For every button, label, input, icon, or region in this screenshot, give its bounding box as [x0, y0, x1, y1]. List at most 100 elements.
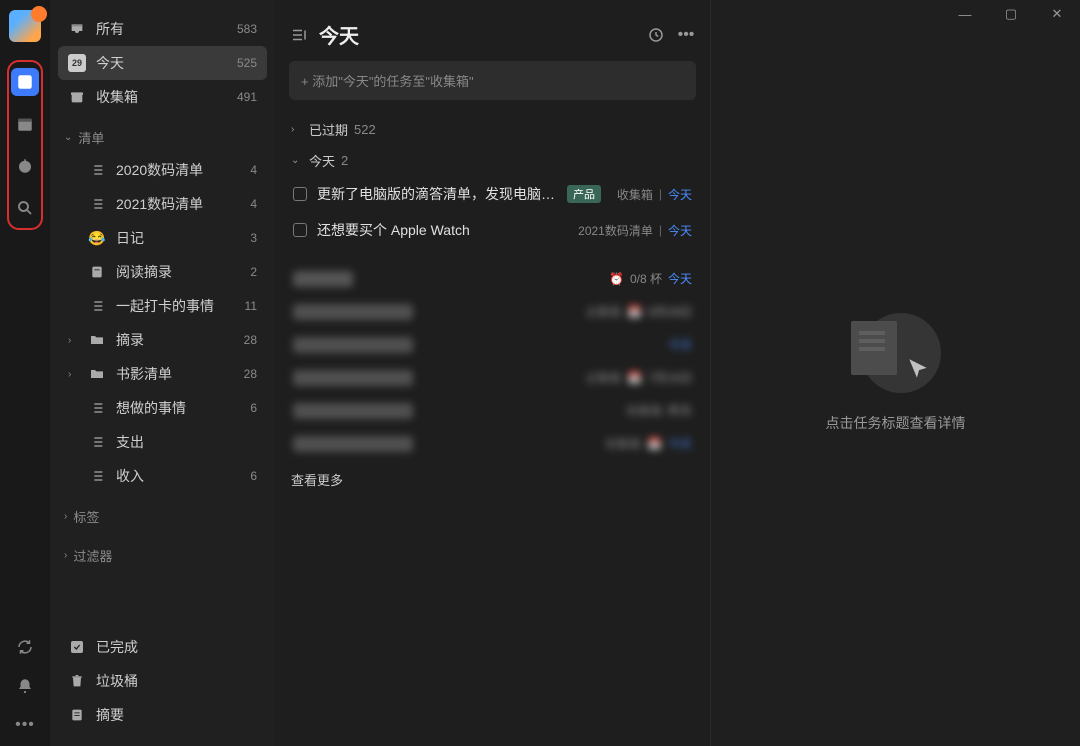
task-date: 今天: [668, 222, 692, 239]
chevron-down-icon: ⌄: [64, 132, 72, 143]
sidebar: 所有58329今天525 收集箱 491 ⌄ 清单 2020数码清单42021数码清…: [50, 0, 275, 746]
date-icon: 📅: [647, 437, 662, 451]
bottom-item-1[interactable]: 垃圾桶: [58, 664, 267, 698]
list-item-8[interactable]: 支出: [58, 425, 267, 459]
avatar-badge: [31, 6, 47, 22]
lists-header-label: 清单: [78, 128, 104, 147]
date-icon: 📅: [627, 305, 642, 319]
search-icon[interactable]: [11, 194, 39, 222]
list-icon: [88, 195, 106, 213]
summary-icon: [68, 706, 86, 724]
list-label: 想做的事情: [116, 398, 186, 418]
task-date: 今天: [668, 435, 692, 452]
task-row-blurred[interactable]: 今天: [289, 328, 696, 361]
window-minimize[interactable]: —: [942, 0, 988, 28]
calendar-day-icon: 29: [68, 54, 86, 72]
task-row-blurred[interactable]: 攴集箱📅7月16日: [289, 361, 696, 394]
window-close[interactable]: ✕: [1034, 0, 1080, 28]
list-count: 4: [250, 163, 257, 177]
filters-section-header[interactable]: › 过滤器: [58, 532, 267, 571]
emoji-icon: 😂: [88, 229, 106, 247]
list-item-4[interactable]: 一起打卡的事情11: [58, 289, 267, 323]
list-item-3[interactable]: 阅读摘录 2: [58, 255, 267, 289]
task-date: 6月28日: [648, 303, 692, 320]
chevron-right-icon: ›: [64, 511, 67, 522]
view-more-link[interactable]: 查看更多: [289, 460, 696, 499]
list-item-1[interactable]: 2021数码清单4: [58, 187, 267, 221]
highlighted-nav-group: [7, 60, 43, 230]
detail-panel: 点击任务标题查看详情: [710, 0, 1080, 746]
smartlist-1[interactable]: 29今天525: [58, 46, 267, 80]
list-item-5[interactable]: ›摘录28: [58, 323, 267, 357]
group-overdue[interactable]: › 已过期 522: [289, 114, 696, 145]
group-overdue-count: 522: [354, 122, 376, 137]
empty-state-graphic: [851, 313, 941, 393]
task-row-blurred[interactable]: 收集箱昨天: [289, 394, 696, 427]
date-icon: 📅: [627, 371, 642, 385]
task-date: 昨天: [668, 402, 692, 419]
collapse-detail-icon[interactable]: [289, 25, 309, 45]
smartlist-2[interactable]: 收集箱 491: [58, 80, 267, 114]
smartlist-0[interactable]: 所有583: [58, 12, 267, 46]
task-list: 攴集箱: [585, 369, 621, 386]
inbox-icon: [68, 20, 86, 38]
task-list: 收集箱: [617, 186, 653, 203]
list-count: 3: [250, 231, 257, 245]
list-item-2[interactable]: 😂 日记 3: [58, 221, 267, 255]
window-maximize[interactable]: ▢: [988, 0, 1034, 28]
habit-row[interactable]: ⏰ 0/8 杯 今天: [289, 262, 696, 295]
task-row-blurred[interactable]: 收集箱📅今天: [289, 427, 696, 460]
task-list: 攴集箱: [585, 303, 621, 320]
calendar-icon[interactable]: [11, 110, 39, 138]
list-label: 日记: [116, 228, 144, 248]
avatar[interactable]: [9, 10, 41, 42]
list-item-7[interactable]: 想做的事情6: [58, 391, 267, 425]
tags-section-header[interactable]: › 标签: [58, 493, 267, 532]
sort-icon[interactable]: [646, 25, 666, 45]
list-count: 6: [246, 469, 257, 483]
smartlist-label: 收集箱: [96, 87, 138, 107]
chevron-right-icon: ›: [64, 550, 67, 561]
list-item-9[interactable]: 收入6: [58, 459, 267, 493]
bottom-label: 已完成: [96, 637, 138, 657]
task-checkbox[interactable]: [293, 187, 307, 201]
task-row[interactable]: 还想要买个 Apple Watch2021数码清单|今天: [289, 212, 696, 248]
activity-bar: •••: [0, 0, 50, 746]
cursor-icon: [905, 356, 931, 387]
trash-icon: [68, 672, 86, 690]
more-icon[interactable]: •••: [15, 716, 35, 734]
list-icon: [88, 297, 106, 315]
list-count: 4: [250, 197, 257, 211]
bottom-label: 摘要: [96, 705, 124, 725]
task-row[interactable]: 更新了电脑版的滴答清单，发现电脑版的也…产品收集箱|今天: [289, 176, 696, 212]
bottom-label: 垃圾桶: [96, 671, 138, 691]
smartlist-count: 491: [237, 90, 257, 104]
page-title: 今天: [319, 20, 359, 49]
list-label: 阅读摘录: [116, 262, 172, 282]
task-row-blurred[interactable]: 攴集箱 📅 6月28日: [289, 295, 696, 328]
sync-icon[interactable]: [16, 638, 34, 661]
book-icon: [88, 263, 106, 281]
group-today-count: 2: [341, 153, 348, 168]
list-count: 2: [250, 265, 257, 279]
list-icon: [88, 467, 106, 485]
bottom-item-0[interactable]: 已完成: [58, 630, 267, 664]
bottom-item-2[interactable]: 摘要: [58, 698, 267, 732]
task-column: 今天 ••• + 添加"今天"的任务至"收集箱" › 已过期 522 ⌄ 今天 …: [275, 0, 710, 746]
task-checkbox[interactable]: [293, 223, 307, 237]
list-item-0[interactable]: 2020数码清单4: [58, 153, 267, 187]
list-label: 摘录: [116, 330, 144, 350]
task-tag: 产品: [567, 185, 601, 203]
group-today[interactable]: ⌄ 今天 2: [289, 145, 696, 176]
list-item-6[interactable]: ›书影清单28: [58, 357, 267, 391]
more-options-icon[interactable]: •••: [676, 25, 696, 45]
chevron-right-icon: ›: [68, 335, 78, 346]
list-count: [253, 435, 257, 449]
notifications-icon[interactable]: [16, 677, 34, 700]
task-title: 还想要买个 Apple Watch: [317, 220, 470, 240]
folder-icon: [88, 365, 106, 383]
tasks-icon[interactable]: [11, 68, 39, 96]
lists-section-header[interactable]: ⌄ 清单: [58, 114, 267, 153]
pomodoro-icon[interactable]: [11, 152, 39, 180]
add-task-input[interactable]: + 添加"今天"的任务至"收集箱": [289, 61, 696, 100]
